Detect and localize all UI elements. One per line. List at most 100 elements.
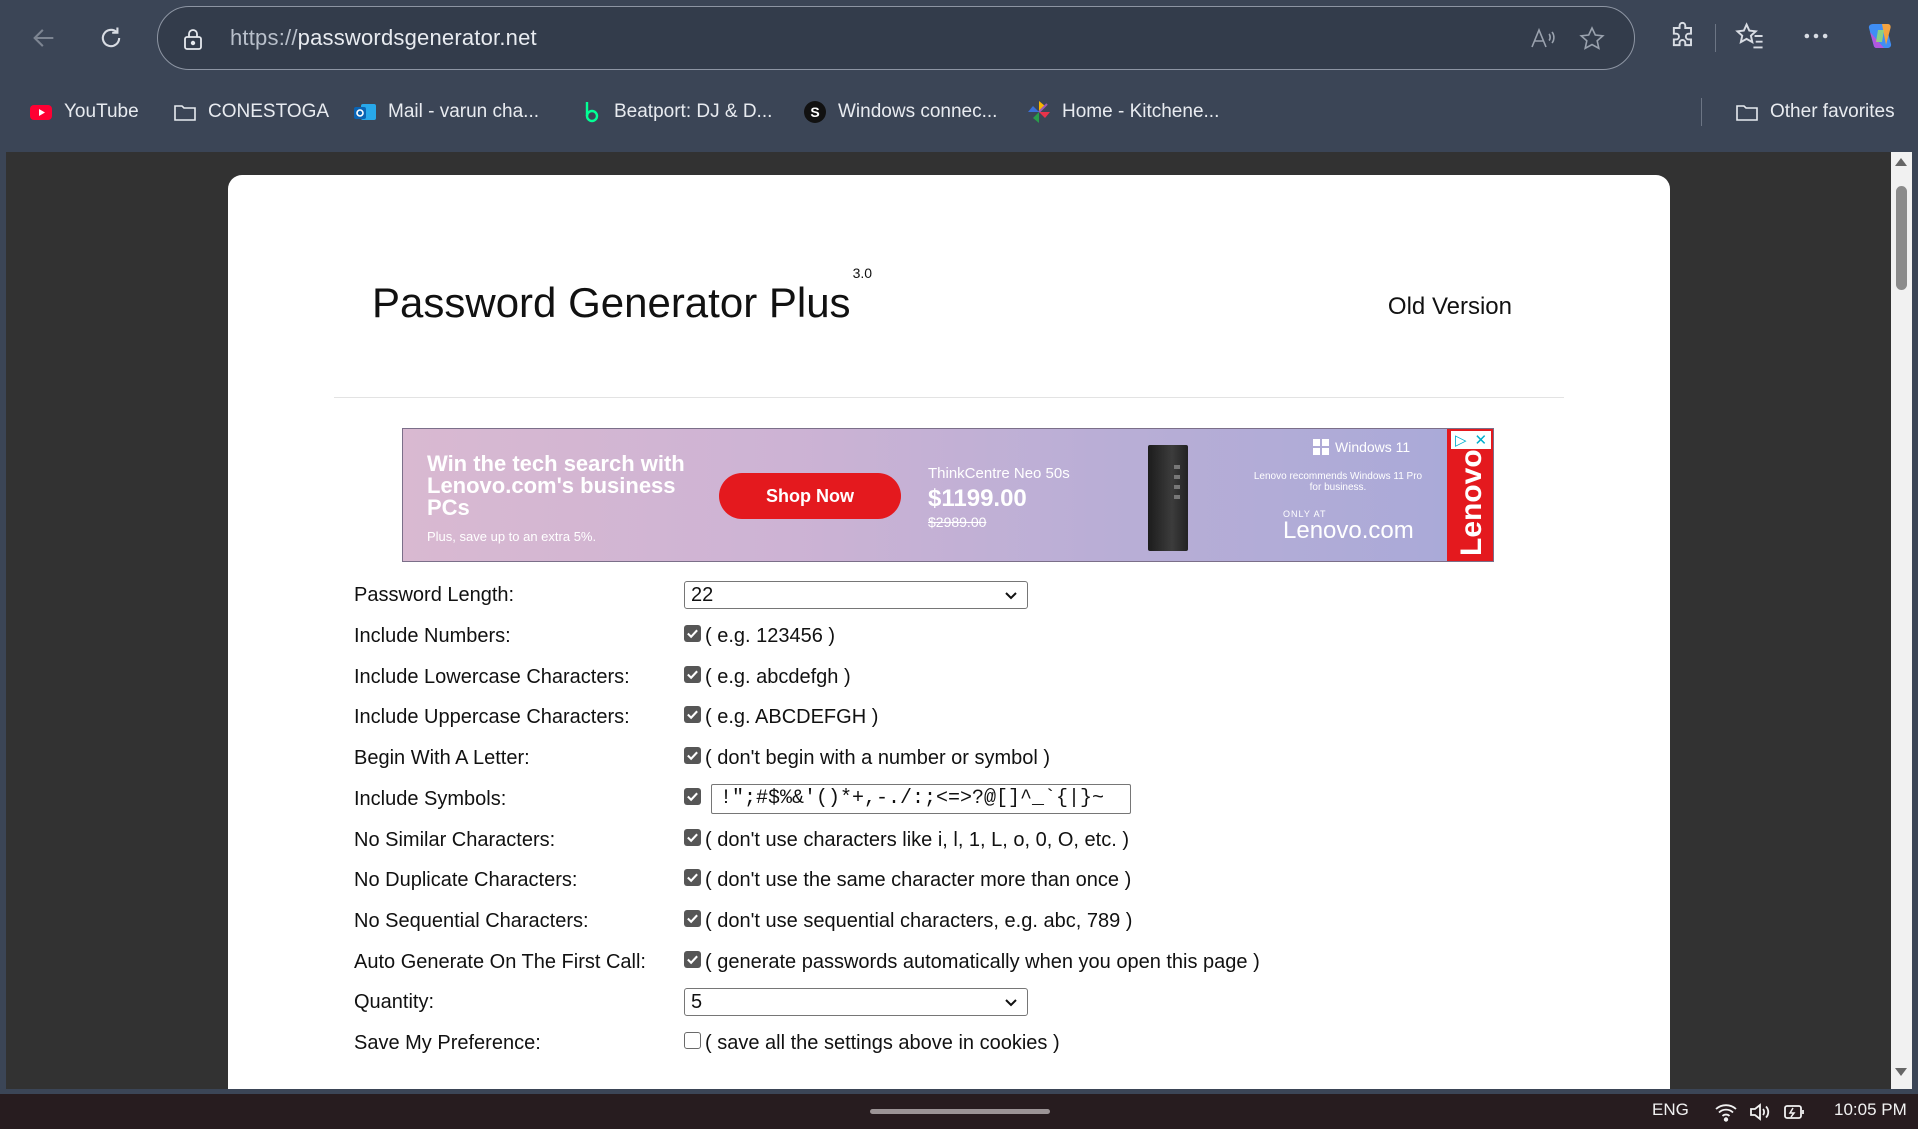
- ad-close-icon[interactable]: ✕: [1474, 431, 1487, 449]
- ad-site: Lenovo.com: [1283, 517, 1414, 544]
- extensions-icon[interactable]: [1667, 20, 1699, 52]
- header-divider: [334, 397, 1564, 398]
- row-include-lowercase: Include Lowercase Characters: ( e.g. abc…: [354, 662, 1554, 692]
- lock-icon[interactable]: [182, 27, 204, 51]
- chevron-down-icon: [1005, 999, 1017, 1007]
- scroll-down-icon[interactable]: [1895, 1068, 1907, 1076]
- page-card: Password Generator Plus3.0 Old Version W…: [228, 175, 1670, 1089]
- language-indicator[interactable]: ENG: [1652, 1100, 1689, 1120]
- pinwheel-icon: [1026, 99, 1052, 125]
- beatport-icon: [578, 99, 604, 125]
- battery-icon[interactable]: [1782, 1100, 1806, 1124]
- folder-icon: [172, 99, 198, 125]
- row-save-preference: Save My Preference: ( save all the setti…: [354, 1028, 1554, 1058]
- quantity-value: 5: [691, 990, 703, 1013]
- favorite-mail[interactable]: Mail - varun cha...: [352, 98, 539, 126]
- s-logo-icon: S: [802, 99, 828, 125]
- row-begin-with-letter: Begin With A Letter: ( don't begin with …: [354, 743, 1554, 773]
- ad-price: $1199.00: [928, 485, 1027, 512]
- begin-with-letter-label: Begin With A Letter:: [354, 747, 530, 769]
- begin-with-letter-hint: ( don't begin with a number or symbol ): [705, 746, 1051, 769]
- begin-with-letter-checkbox[interactable]: [684, 746, 701, 764]
- favorites-icon[interactable]: [1734, 20, 1766, 52]
- adchoices-icon[interactable]: ▷: [1455, 431, 1467, 449]
- no-duplicate-hint: ( don't use the same character more than…: [705, 868, 1132, 891]
- no-sequential-label: No Sequential Characters:: [354, 910, 589, 932]
- row-include-uppercase: Include Uppercase Characters: ( e.g. ABC…: [354, 702, 1554, 732]
- no-duplicate-checkbox[interactable]: [684, 868, 701, 886]
- desktop-tower-image: [1148, 445, 1188, 551]
- outlook-icon: [352, 99, 378, 125]
- lenovo-ad-banner[interactable]: Win the tech search with Lenovo.com's bu…: [402, 428, 1494, 562]
- symbols-input[interactable]: !";#$%&'()*+,-./:;<=>?@[]^_`{|}~: [711, 784, 1131, 814]
- scroll-up-icon[interactable]: [1895, 158, 1907, 166]
- include-numbers-hint: ( e.g. 123456 ): [705, 624, 836, 647]
- folder-icon: [1734, 99, 1760, 125]
- favorite-conestoga[interactable]: CONESTOGA: [172, 98, 329, 126]
- address-bar[interactable]: https://passwordsgenerator.net: [157, 6, 1635, 70]
- url-text[interactable]: https://passwordsgenerator.net: [230, 25, 537, 51]
- include-numbers-checkbox[interactable]: [684, 624, 701, 642]
- no-similar-checkbox[interactable]: [684, 828, 701, 846]
- copilot-icon[interactable]: [1864, 20, 1896, 52]
- favorite-beatport[interactable]: Beatport: DJ & D...: [578, 98, 772, 126]
- toolbar-separator: [1715, 24, 1716, 52]
- favorite-label: CONESTOGA: [208, 101, 330, 122]
- include-symbols-checkbox[interactable]: [684, 787, 701, 805]
- url-scheme: https://: [230, 25, 298, 50]
- ad-old-price: $2989.00: [928, 514, 987, 530]
- more-icon[interactable]: [1800, 20, 1832, 52]
- back-icon[interactable]: [24, 18, 64, 58]
- save-preference-label: Save My Preference:: [354, 1032, 541, 1054]
- page-viewport: Password Generator Plus3.0 Old Version W…: [6, 152, 1891, 1089]
- row-auto-generate: Auto Generate On The First Call: ( gener…: [354, 947, 1554, 977]
- favorite-star-icon[interactable]: [1578, 25, 1606, 53]
- lenovo-logo: Lenovo: [1455, 449, 1488, 556]
- clock[interactable]: 10:05 PM: [1834, 1100, 1907, 1120]
- favorite-youtube[interactable]: YouTube: [28, 98, 139, 126]
- quantity-label: Quantity:: [354, 991, 435, 1013]
- favorite-label: Home - Kitchene...: [1062, 101, 1220, 122]
- include-lowercase-checkbox[interactable]: [684, 665, 701, 683]
- ad-controls: ▷ ✕: [1451, 431, 1491, 449]
- no-duplicate-label: No Duplicate Characters:: [354, 869, 578, 891]
- no-sequential-checkbox[interactable]: [684, 909, 701, 927]
- favorite-label: Other favorites: [1770, 101, 1895, 122]
- auto-generate-checkbox[interactable]: [684, 950, 701, 968]
- page-title-text: Password Generator Plus: [372, 279, 851, 326]
- include-uppercase-checkbox[interactable]: [684, 705, 701, 723]
- svg-text:S: S: [810, 104, 819, 120]
- volume-icon[interactable]: [1748, 1100, 1772, 1124]
- save-preference-hint: ( save all the settings above in cookies…: [705, 1031, 1060, 1054]
- no-similar-label: No Similar Characters:: [354, 829, 556, 851]
- ad-shop-now-button[interactable]: Shop Now: [719, 473, 901, 519]
- favorite-label: Mail - varun cha...: [388, 101, 539, 122]
- favorite-label: YouTube: [64, 101, 139, 122]
- auto-generate-label: Auto Generate On The First Call:: [354, 951, 646, 973]
- save-preference-checkbox[interactable]: [684, 1031, 701, 1049]
- taskbar: ENG 10:05 PM: [0, 1094, 1918, 1129]
- read-aloud-icon[interactable]: [1528, 25, 1556, 53]
- refresh-icon[interactable]: [91, 18, 131, 58]
- favorite-other-favorites[interactable]: Other favorites: [1734, 98, 1895, 126]
- row-no-similar: No Similar Characters: ( don't use chara…: [354, 825, 1554, 855]
- row-password-length: Password Length: 22: [354, 580, 1554, 610]
- windows-badge: Windows 11: [1313, 439, 1410, 455]
- ad-recommend-text: Lenovo recommends Windows 11 Pro for bus…: [1253, 471, 1423, 493]
- old-version-link[interactable]: Old Version: [1388, 293, 1512, 321]
- include-symbols-label: Include Symbols:: [354, 788, 507, 810]
- taskbar-handle[interactable]: [870, 1109, 1050, 1114]
- page-scrollbar[interactable]: [1891, 152, 1912, 1089]
- scrollbar-thumb[interactable]: [1896, 186, 1907, 290]
- favorite-label: Beatport: DJ & D...: [614, 101, 773, 122]
- password-length-select[interactable]: 22: [684, 581, 1028, 609]
- favorite-home-kitchener[interactable]: Home - Kitchene...: [1026, 98, 1219, 126]
- wifi-icon[interactable]: [1714, 1100, 1738, 1124]
- page-title: Password Generator Plus3.0: [372, 265, 872, 327]
- row-include-numbers: Include Numbers: ( e.g. 123456 ): [354, 621, 1554, 651]
- quantity-select[interactable]: 5: [684, 988, 1028, 1016]
- browser-toolbar: https://passwordsgenerator.net: [0, 0, 1918, 76]
- url-host: passwordsgenerator.net: [297, 25, 537, 50]
- favorite-windows-connect[interactable]: S Windows connec...: [802, 98, 997, 126]
- no-sequential-hint: ( don't use sequential characters, e.g. …: [705, 909, 1133, 932]
